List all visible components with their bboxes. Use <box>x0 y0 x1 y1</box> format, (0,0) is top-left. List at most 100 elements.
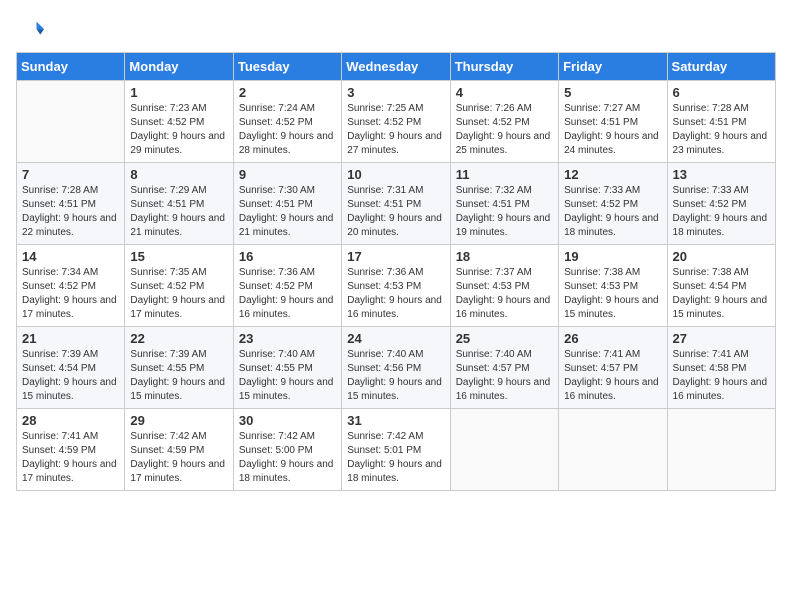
calendar-cell: 25 Sunrise: 7:40 AMSunset: 4:57 PMDayligh… <box>450 327 558 409</box>
day-info: Sunrise: 7:38 AMSunset: 4:53 PMDaylight:… <box>564 266 661 322</box>
calendar-cell <box>450 409 558 491</box>
day-info: Sunrise: 7:39 AMSunset: 4:54 PMDaylight:… <box>22 348 119 404</box>
calendar-cell: 16Sunrise: 7:36 AMSunset: 4:52 PMDayligh… <box>233 245 341 327</box>
day-number: 8 <box>130 167 227 182</box>
day-number: 10 <box>347 167 444 182</box>
calendar-cell: 6 Sunrise: 7:28 AMSunset: 4:51 PMDaylight… <box>667 81 775 163</box>
day-number: 21 <box>22 331 119 346</box>
day-info: Sunrise: 7:36 AMSunset: 4:53 PMDaylight:… <box>347 266 444 322</box>
calendar-cell: 28Sunrise: 7:41 AMSunset: 4:59 PMDayligh… <box>17 409 125 491</box>
day-info: Sunrise: 7:42 AMSunset: 5:00 PMDaylight:… <box>239 430 336 486</box>
day-number: 23 <box>239 331 336 346</box>
calendar-cell: 3 Sunrise: 7:25 AMSunset: 4:52 PMDaylight… <box>342 81 450 163</box>
logo-icon <box>16 16 44 44</box>
weekday-header: Monday <box>125 53 233 81</box>
calendar-table: SundayMondayTuesdayWednesdayThursdayFrid… <box>16 52 776 491</box>
day-info: Sunrise: 7:39 AMSunset: 4:55 PMDaylight:… <box>130 348 227 404</box>
day-info: Sunrise: 7:26 AMSunset: 4:52 PMDaylight:… <box>456 102 553 158</box>
day-info: Sunrise: 7:35 AMSunset: 4:52 PMDaylight:… <box>130 266 227 322</box>
day-number: 18 <box>456 249 553 264</box>
calendar-cell: 4 Sunrise: 7:26 AMSunset: 4:52 PMDaylight… <box>450 81 558 163</box>
day-number: 26 <box>564 331 661 346</box>
day-info: Sunrise: 7:42 AMSunset: 4:59 PMDaylight:… <box>130 430 227 486</box>
day-info: Sunrise: 7:38 AMSunset: 4:54 PMDaylight:… <box>673 266 770 322</box>
calendar-cell: 1 Sunrise: 7:23 AMSunset: 4:52 PMDaylight… <box>125 81 233 163</box>
calendar-cell: 26Sunrise: 7:41 AMSunset: 4:57 PMDayligh… <box>559 327 667 409</box>
day-info: Sunrise: 7:24 AMSunset: 4:52 PMDaylight:… <box>239 102 336 158</box>
weekday-header: Wednesday <box>342 53 450 81</box>
day-number: 2 <box>239 85 336 100</box>
calendar-cell: 10 Sunrise: 7:31 AMSunset: 4:51 PMDayligh… <box>342 163 450 245</box>
day-number: 27 <box>673 331 770 346</box>
day-info: Sunrise: 7:40 AMSunset: 4:55 PMDaylight:… <box>239 348 336 404</box>
calendar-cell: 17 Sunrise: 7:36 AMSunset: 4:53 PMDayligh… <box>342 245 450 327</box>
day-info: Sunrise: 7:28 AMSunset: 4:51 PMDaylight:… <box>673 102 770 158</box>
day-info: Sunrise: 7:27 AMSunset: 4:51 PMDaylight:… <box>564 102 661 158</box>
calendar-cell: 24 Sunrise: 7:40 AMSunset: 4:56 PMDayligh… <box>342 327 450 409</box>
calendar-cell: 29 Sunrise: 7:42 AMSunset: 4:59 PMDayligh… <box>125 409 233 491</box>
day-info: Sunrise: 7:23 AMSunset: 4:52 PMDaylight:… <box>130 102 227 158</box>
day-info: Sunrise: 7:40 AMSunset: 4:57 PMDaylight:… <box>456 348 553 404</box>
day-number: 4 <box>456 85 553 100</box>
day-info: Sunrise: 7:31 AMSunset: 4:51 PMDaylight:… <box>347 184 444 240</box>
day-number: 30 <box>239 413 336 428</box>
day-info: Sunrise: 7:25 AMSunset: 4:52 PMDaylight:… <box>347 102 444 158</box>
day-info: Sunrise: 7:28 AMSunset: 4:51 PMDaylight:… <box>22 184 119 240</box>
weekday-header: Friday <box>559 53 667 81</box>
day-number: 28 <box>22 413 119 428</box>
calendar-cell <box>559 409 667 491</box>
day-number: 5 <box>564 85 661 100</box>
calendar-cell: 14 Sunrise: 7:34 AMSunset: 4:52 PMDayligh… <box>17 245 125 327</box>
calendar-week-row: 21 Sunrise: 7:39 AMSunset: 4:54 PMDayligh… <box>17 327 776 409</box>
calendar-cell: 9Sunrise: 7:30 AMSunset: 4:51 PMDaylight… <box>233 163 341 245</box>
weekday-header-row: SundayMondayTuesdayWednesdayThursdayFrid… <box>17 53 776 81</box>
day-number: 11 <box>456 167 553 182</box>
weekday-header: Tuesday <box>233 53 341 81</box>
calendar-cell: 20 Sunrise: 7:38 AMSunset: 4:54 PMDayligh… <box>667 245 775 327</box>
calendar-cell: 7 Sunrise: 7:28 AMSunset: 4:51 PMDaylight… <box>17 163 125 245</box>
day-info: Sunrise: 7:33 AMSunset: 4:52 PMDaylight:… <box>673 184 770 240</box>
day-number: 29 <box>130 413 227 428</box>
day-number: 3 <box>347 85 444 100</box>
weekday-header: Sunday <box>17 53 125 81</box>
day-number: 19 <box>564 249 661 264</box>
day-number: 9 <box>239 167 336 182</box>
day-number: 25 <box>456 331 553 346</box>
day-number: 7 <box>22 167 119 182</box>
calendar-cell: 15 Sunrise: 7:35 AMSunset: 4:52 PMDayligh… <box>125 245 233 327</box>
day-info: Sunrise: 7:34 AMSunset: 4:52 PMDaylight:… <box>22 266 119 322</box>
day-info: Sunrise: 7:33 AMSunset: 4:52 PMDaylight:… <box>564 184 661 240</box>
day-number: 12 <box>564 167 661 182</box>
day-info: Sunrise: 7:41 AMSunset: 4:58 PMDaylight:… <box>673 348 770 404</box>
day-number: 22 <box>130 331 227 346</box>
day-info: Sunrise: 7:29 AMSunset: 4:51 PMDaylight:… <box>130 184 227 240</box>
calendar-cell <box>667 409 775 491</box>
day-number: 1 <box>130 85 227 100</box>
calendar-week-row: 28Sunrise: 7:41 AMSunset: 4:59 PMDayligh… <box>17 409 776 491</box>
day-number: 20 <box>673 249 770 264</box>
day-number: 13 <box>673 167 770 182</box>
calendar-cell: 27 Sunrise: 7:41 AMSunset: 4:58 PMDayligh… <box>667 327 775 409</box>
calendar-week-row: 1 Sunrise: 7:23 AMSunset: 4:52 PMDaylight… <box>17 81 776 163</box>
day-number: 24 <box>347 331 444 346</box>
calendar-week-row: 7 Sunrise: 7:28 AMSunset: 4:51 PMDaylight… <box>17 163 776 245</box>
calendar-cell: 30 Sunrise: 7:42 AMSunset: 5:00 PMDayligh… <box>233 409 341 491</box>
calendar-cell: 13 Sunrise: 7:33 AMSunset: 4:52 PMDayligh… <box>667 163 775 245</box>
day-number: 16 <box>239 249 336 264</box>
day-number: 31 <box>347 413 444 428</box>
day-number: 6 <box>673 85 770 100</box>
day-number: 14 <box>22 249 119 264</box>
calendar-cell <box>17 81 125 163</box>
day-info: Sunrise: 7:40 AMSunset: 4:56 PMDaylight:… <box>347 348 444 404</box>
day-number: 15 <box>130 249 227 264</box>
day-info: Sunrise: 7:32 AMSunset: 4:51 PMDaylight:… <box>456 184 553 240</box>
calendar-cell: 18Sunrise: 7:37 AMSunset: 4:53 PMDayligh… <box>450 245 558 327</box>
calendar-cell: 19 Sunrise: 7:38 AMSunset: 4:53 PMDayligh… <box>559 245 667 327</box>
calendar-cell: 5 Sunrise: 7:27 AMSunset: 4:51 PMDaylight… <box>559 81 667 163</box>
calendar-cell: 22 Sunrise: 7:39 AMSunset: 4:55 PMDayligh… <box>125 327 233 409</box>
calendar-cell: 11 Sunrise: 7:32 AMSunset: 4:51 PMDayligh… <box>450 163 558 245</box>
calendar-cell: 31Sunrise: 7:42 AMSunset: 5:01 PMDayligh… <box>342 409 450 491</box>
calendar-cell: 21 Sunrise: 7:39 AMSunset: 4:54 PMDayligh… <box>17 327 125 409</box>
day-number: 17 <box>347 249 444 264</box>
weekday-header: Saturday <box>667 53 775 81</box>
